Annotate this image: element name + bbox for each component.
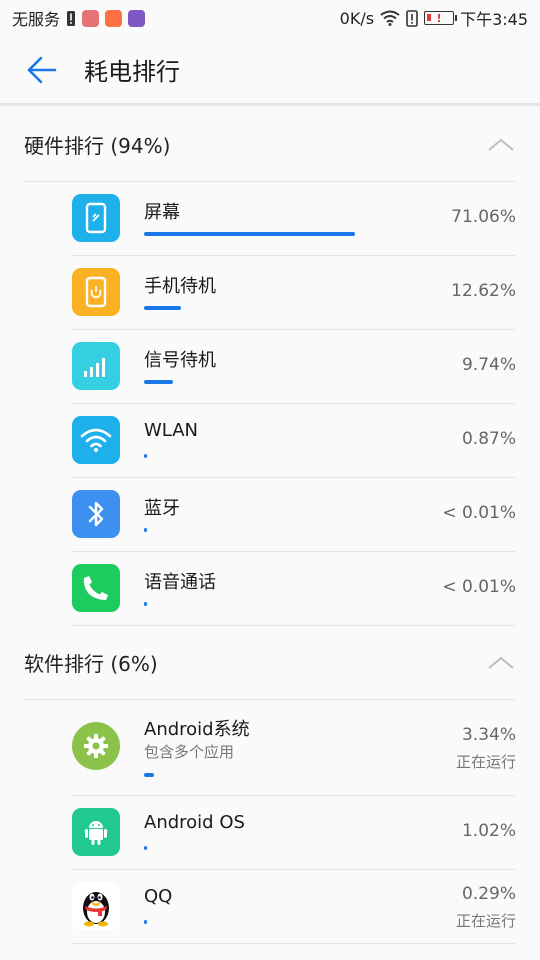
phone-standby-icon [72,268,120,316]
battery-icon: ! [424,11,458,25]
android-robot-icon [72,808,120,856]
sim-alert-icon [67,10,76,26]
hardware-percent: 12.62% [451,281,516,301]
qq-penguin-icon [72,882,120,930]
net-speed-text: 0K/s [339,8,375,28]
running-status: 正在运行 [455,912,516,930]
notification-app-icon [82,9,100,27]
back-button[interactable] [0,35,84,105]
clock-text: 下午3:45 [460,10,528,29]
hardware-row-phone-standby[interactable]: 手机待机 12.62% [72,256,516,330]
software-row-android-system[interactable]: Android系统 包含多个应用 3.34% 正在运行 [72,700,516,796]
hardware-percent: < 0.01% [442,503,516,523]
hardware-name: 手机待机 [144,276,216,297]
usage-bar [144,528,147,532]
software-row-qq[interactable]: QQ 0.29% 正在运行 [72,870,516,944]
hardware-section-header[interactable]: 硬件排行 (94%) [24,108,516,182]
bluetooth-icon [72,490,120,538]
status-bar: 无服务 0K/s ! 下午3:45 [0,0,540,36]
hardware-percent: 71.06% [451,207,516,227]
back-arrow-icon [27,56,57,83]
hardware-row-voice-call[interactable]: 语音通话 < 0.01% [72,552,516,626]
software-name: QQ [144,886,173,907]
wifi-icon [72,416,120,464]
usage-bar [144,306,181,310]
software-name: Android系统 [144,719,250,740]
hardware-name: 屏幕 [144,202,180,223]
software-row-android-os[interactable]: Android OS 1.02% [72,796,516,870]
status-bar-left: 无服务 [12,6,146,30]
android-system-gear-icon [72,722,120,770]
status-bar-right: 0K/s ! 下午3:45 [340,6,528,30]
hardware-name: 信号待机 [144,350,216,371]
software-section-title: 软件排行 (6%) [24,652,158,676]
software-percent: 1.02% [461,821,516,841]
software-name: Android OS [144,812,245,833]
video-play-icon [105,9,123,27]
collapse-chevron-up-icon[interactable] [486,653,516,673]
usage-bar [144,846,147,850]
software-subtitle: 包含多个应用 [144,743,235,761]
hardware-percent: 9.74% [461,355,516,375]
hardware-percent: < 0.01% [442,577,516,597]
screen-icon [72,194,120,242]
alert-status-icon [406,9,418,27]
usage-bar [144,232,355,236]
hardware-section-title: 硬件排行 (94%) [24,134,171,158]
phone-call-icon [72,564,120,612]
usage-bar [144,454,147,458]
signal-icon [72,342,120,390]
software-section-header[interactable]: 软件排行 (6%) [24,626,516,700]
hardware-row-wlan[interactable]: WLAN 0.87% [72,404,516,478]
wifi-status-icon [380,10,400,26]
software-percent: 3.34% [461,725,516,745]
hardware-row-bluetooth[interactable]: 蓝牙 < 0.01% [72,478,516,552]
usage-bar [144,602,147,606]
hardware-row-signal[interactable]: 信号待机 9.74% [72,330,516,404]
collapse-chevron-up-icon[interactable] [486,135,516,155]
usage-bar [144,920,147,924]
carrier-text: 无服务 [12,10,61,29]
usage-bar [144,380,173,384]
hardware-name: WLAN [144,420,199,441]
notification-app-icon-2 [128,9,146,27]
usage-bar [144,773,154,777]
running-status: 正在运行 [455,753,516,771]
hardware-name: 语音通话 [144,572,216,593]
hardware-name: 蓝牙 [144,498,180,519]
hardware-percent: 0.87% [461,429,516,449]
hardware-row-screen[interactable]: 屏幕 71.06% [72,182,516,256]
software-percent: 0.29% [461,884,516,904]
page-title: 耗电排行 [84,58,180,86]
app-header: 耗电排行 [0,36,540,106]
